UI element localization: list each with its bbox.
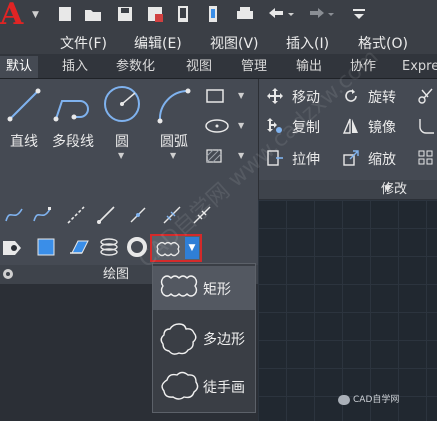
- arc-icon: [157, 88, 191, 124]
- redo-icon[interactable]: [306, 5, 336, 23]
- menu-file[interactable]: 文件(F): [60, 33, 107, 53]
- undo-icon[interactable]: [266, 5, 296, 23]
- save-as-icon[interactable]: [146, 5, 164, 23]
- quick-access-toolbar: [0, 0, 437, 30]
- tab-view[interactable]: 视图: [180, 56, 218, 78]
- array-icon[interactable]: [418, 149, 434, 167]
- dropdown-item-polygon[interactable]: 多边形: [153, 316, 255, 360]
- save-icon[interactable]: [116, 5, 134, 23]
- scale-button[interactable]: 缩放: [368, 149, 396, 169]
- ellipse-small-button[interactable]: ▼: [204, 117, 250, 137]
- ray-icon[interactable]: [96, 205, 116, 225]
- dropdown-item-freehand[interactable]: 徒手画: [153, 364, 255, 408]
- tab-express[interactable]: Expre: [396, 56, 437, 78]
- circle-button[interactable]: 圆 ▼: [100, 79, 144, 179]
- rectangular-cloud-icon: [160, 275, 198, 297]
- arc-button[interactable]: 圆弧 ▼: [150, 79, 198, 179]
- circle-icon: [104, 86, 140, 122]
- chevron-down-icon: ▼: [170, 151, 177, 160]
- menu-view[interactable]: 视图(V): [210, 33, 259, 53]
- open-folder-icon[interactable]: [84, 5, 102, 23]
- polyline-icon: [53, 100, 89, 122]
- menu-edit[interactable]: 编辑(E): [134, 33, 182, 53]
- autocad-logo: A: [0, 0, 24, 32]
- boundary-icon[interactable]: [2, 239, 22, 257]
- tab-home[interactable]: 默认: [0, 56, 39, 78]
- polyline-label: 多段线: [52, 134, 94, 150]
- modify-panel-title[interactable]: 修改 ▼: [259, 180, 437, 199]
- dropdown-label: 矩形: [203, 282, 231, 298]
- new-file-icon[interactable]: [56, 5, 74, 23]
- arc-label: 圆弧: [160, 134, 188, 150]
- gradient-icon[interactable]: [36, 237, 58, 257]
- customize-qat-icon[interactable]: [350, 5, 368, 23]
- line-button[interactable]: 直线: [0, 79, 48, 159]
- region-icon[interactable]: [68, 237, 90, 257]
- draw-panel-row-3: [0, 231, 258, 265]
- drawing-canvas[interactable]: [258, 200, 437, 421]
- dropdown-item-rectangle[interactable]: 矩形: [153, 266, 255, 310]
- fillet-icon[interactable]: [418, 117, 434, 135]
- badge-label: CAD自学网: [353, 395, 400, 405]
- menu-bar: 文件(F) 编辑(E) 视图(V) 插入(I) 格式(O): [46, 30, 437, 54]
- plot-icon[interactable]: [204, 5, 222, 23]
- chevron-down-icon: ▼: [238, 121, 245, 130]
- rectangle-icon: [206, 89, 224, 103]
- source-badge: CAD自学网: [338, 392, 399, 405]
- ellipse-icon: [205, 119, 229, 133]
- dropdown-label: 徒手画: [203, 380, 245, 396]
- chevron-down-icon: ▼: [32, 10, 39, 20]
- chevron-down-icon: ▼: [384, 184, 391, 194]
- circle-label: 圆: [115, 134, 129, 150]
- spline-cv-icon[interactable]: [32, 205, 52, 225]
- move-icon: [267, 88, 283, 104]
- mirror-icon: [342, 118, 358, 134]
- line-icon: [7, 88, 41, 122]
- chevron-down-icon: ▼: [118, 151, 125, 160]
- trim-icon[interactable]: [418, 87, 434, 105]
- menu-insert[interactable]: 插入(I): [286, 33, 329, 53]
- tab-insert[interactable]: 插入: [56, 56, 94, 78]
- polyline-button[interactable]: 多段线: [48, 79, 98, 159]
- tab-manage[interactable]: 管理: [235, 56, 273, 78]
- multiple-points-icon[interactable]: [128, 205, 148, 225]
- polygonal-cloud-icon: [160, 323, 197, 355]
- mirror-button[interactable]: 镜像: [368, 117, 396, 137]
- pin-icon[interactable]: [2, 268, 14, 280]
- spline-fit-icon[interactable]: [4, 205, 24, 225]
- revision-cloud-dropdown: 矩形 多边形 徒手画: [152, 263, 256, 413]
- draw-panel-label: 绘图: [103, 267, 130, 282]
- rotate-button[interactable]: 旋转: [368, 87, 396, 107]
- wechat-icon: [338, 394, 350, 405]
- application-menu-button[interactable]: A ▼: [0, 0, 46, 54]
- tab-output[interactable]: 输出: [290, 56, 328, 78]
- dropdown-label: 多边形: [203, 332, 245, 348]
- tab-parametric[interactable]: 参数化: [110, 56, 161, 78]
- helix-icon[interactable]: [98, 237, 120, 257]
- construction-line-icon[interactable]: [66, 205, 86, 225]
- printer-icon[interactable]: [236, 5, 254, 23]
- hatch-icon: [206, 149, 222, 163]
- line-label: 直线: [10, 134, 38, 150]
- stretch-button[interactable]: 拉伸: [292, 149, 320, 169]
- scale-icon: [343, 150, 359, 166]
- publish-icon[interactable]: [174, 5, 192, 23]
- chevron-down-icon: ▼: [238, 91, 245, 100]
- freehand-cloud-icon: [161, 371, 199, 400]
- rectangle-small-button[interactable]: ▼: [204, 87, 250, 107]
